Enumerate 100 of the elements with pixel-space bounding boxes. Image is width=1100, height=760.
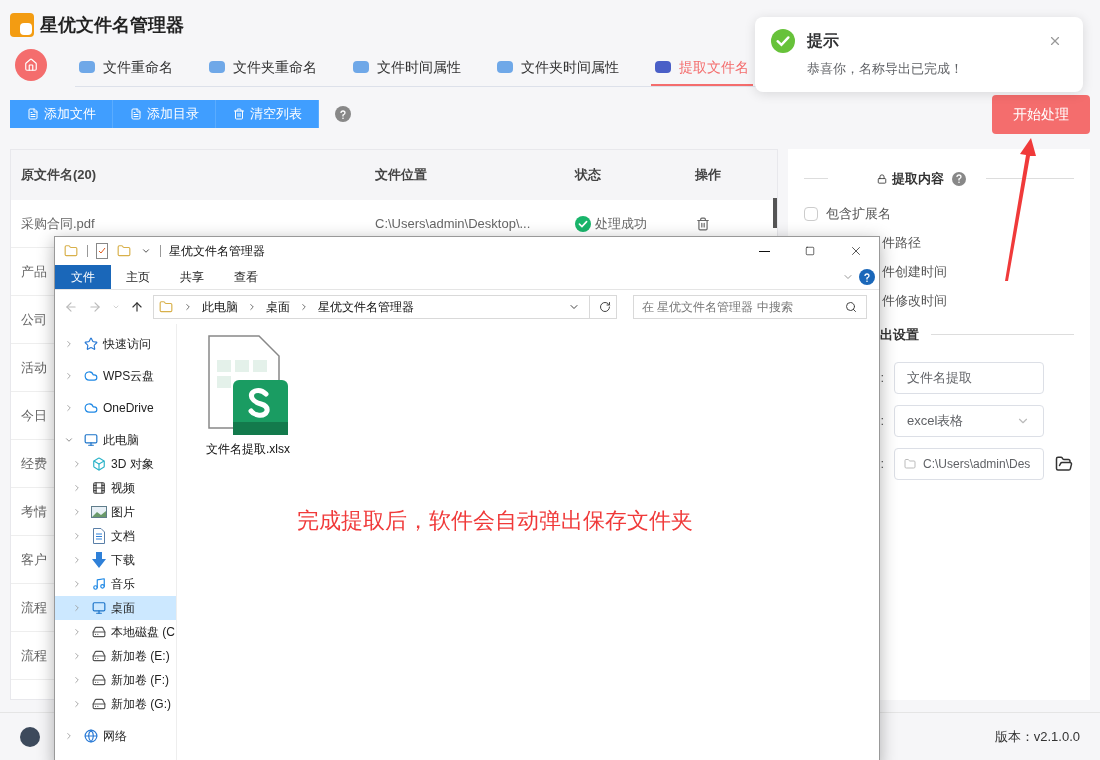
- drive-icon: [91, 672, 107, 688]
- format-select[interactable]: excel表格: [894, 405, 1044, 437]
- tab-icon: [655, 61, 671, 73]
- nav-item[interactable]: WPS云盘: [55, 364, 176, 388]
- option-label: 件修改时间: [882, 292, 948, 311]
- nav-item[interactable]: 新加卷 (G:): [55, 692, 176, 716]
- breadcrumb-item[interactable]: 此电脑: [202, 298, 238, 316]
- lock-icon: [876, 172, 889, 185]
- nav-item[interactable]: 视频: [55, 476, 176, 500]
- text-field[interactable]: 文件名提取: [894, 362, 1044, 394]
- table-cell-text: 采购合同.pdf: [20, 215, 95, 231]
- tab[interactable]: 文件夹重命名: [205, 50, 321, 86]
- search-icon: [844, 300, 858, 314]
- nav-label: 文档: [111, 528, 135, 545]
- tab-icon: [497, 61, 513, 73]
- nav-label: WPS云盘: [103, 368, 155, 385]
- trash-icon: [232, 107, 246, 121]
- spreadsheet-file-icon[interactable]: [207, 334, 289, 436]
- column-header: 状态: [575, 166, 602, 185]
- column-header: 原文件名(20): [20, 166, 98, 185]
- help-icon[interactable]: [859, 269, 875, 285]
- nav-label: 本地磁盘 (C:: [111, 624, 176, 641]
- version-text: 版本：v2.1.0.0: [994, 727, 1080, 746]
- search-field[interactable]: 在 星优文件名管理器 中搜索: [633, 295, 867, 319]
- tab-icon: [353, 61, 369, 73]
- nav-item[interactable]: 快速访问: [55, 332, 176, 356]
- window-title: 星优文件名管理器: [169, 243, 265, 260]
- cloud-icon: [83, 400, 99, 416]
- refresh-icon[interactable]: [598, 300, 612, 314]
- field-label: :: [880, 412, 884, 431]
- nav-label: 桌面: [111, 600, 135, 617]
- nav-item[interactable]: 音乐: [55, 572, 176, 596]
- field-label: :: [880, 369, 884, 388]
- breadcrumb-item[interactable]: 桌面: [266, 298, 290, 316]
- success-icon: [771, 29, 795, 53]
- nav-label: 新加卷 (G:): [111, 696, 171, 713]
- nav-label: 图片: [111, 504, 135, 521]
- breadcrumb-item[interactable]: 星优文件名管理器: [318, 298, 414, 316]
- picture-icon: [91, 504, 107, 520]
- app-logo-icon: [10, 13, 34, 37]
- nav-item[interactable]: OneDrive: [55, 396, 176, 420]
- tab[interactable]: 文件时间属性: [349, 50, 465, 86]
- nav-item[interactable]: 新加卷 (F:): [55, 668, 176, 692]
- table-cell-text: 产品: [20, 263, 47, 279]
- app-title: 星优文件名管理器: [40, 13, 184, 37]
- nav-item[interactable]: 本地磁盘 (C:: [55, 620, 176, 644]
- home-button[interactable]: [15, 49, 47, 81]
- nav-label: 新加卷 (F:): [111, 672, 169, 689]
- ribbon-tab[interactable]: 文件: [55, 265, 111, 289]
- nav-item[interactable]: 桌面: [55, 596, 176, 620]
- help-icon[interactable]: [952, 171, 967, 186]
- success-icon: [575, 215, 591, 232]
- table-cell-text: 流程: [20, 599, 47, 615]
- nav-item[interactable]: 网络: [55, 724, 176, 748]
- checklist-icon[interactable]: [96, 243, 108, 259]
- music-note-icon: [91, 576, 107, 592]
- nav-item[interactable]: 3D 对象: [55, 452, 176, 476]
- nav-label: 下载: [111, 552, 135, 569]
- folder-icon[interactable]: [1054, 454, 1074, 474]
- nav-item[interactable]: 此电脑: [55, 428, 176, 452]
- up-icon[interactable]: [129, 299, 145, 315]
- path-field[interactable]: C:\Users\admin\Des: [894, 448, 1044, 480]
- tab-icon: [209, 61, 225, 73]
- down-arrow-icon: [91, 552, 107, 568]
- globe-icon: [83, 728, 99, 744]
- minimize-icon: [758, 250, 770, 252]
- document-icon: [91, 528, 107, 544]
- table-cell-text: 考情: [20, 503, 47, 519]
- address-bar[interactable]: 此电脑 桌面 星优文件名管理器: [153, 295, 617, 319]
- tab[interactable]: 文件夹时间属性: [493, 50, 623, 86]
- ribbon-tab[interactable]: 主页: [111, 265, 165, 289]
- checkbox[interactable]: [804, 207, 819, 221]
- toast-title: 提示: [807, 31, 839, 51]
- nav-label: 此电脑: [103, 432, 139, 449]
- folder-icon: [158, 299, 174, 315]
- help-icon[interactable]: [335, 106, 351, 122]
- column-header: 文件位置: [375, 166, 428, 185]
- document-icon: [26, 107, 40, 121]
- option-label: 件创建时间: [882, 263, 948, 282]
- nav-label: 网络: [103, 728, 127, 745]
- ribbon-tab[interactable]: 查看: [219, 265, 273, 289]
- table-cell-text: C:\Users\admin\Desktop\...: [375, 214, 532, 233]
- trash-icon[interactable]: [695, 215, 711, 232]
- nav-item[interactable]: 文档: [55, 524, 176, 548]
- star-icon: [83, 336, 99, 352]
- drive-icon: [91, 696, 107, 712]
- section-title: 提取内容: [892, 170, 945, 188]
- file-name[interactable]: 文件名提取.xlsx: [206, 440, 290, 458]
- drive-icon: [91, 624, 107, 640]
- film-icon: [91, 480, 107, 496]
- table-cell-text: 客户: [20, 551, 47, 567]
- ribbon-tab[interactable]: 共享: [165, 265, 219, 289]
- nav-item[interactable]: 图片: [55, 500, 176, 524]
- tab[interactable]: 文件重命名: [75, 50, 177, 86]
- nav-item[interactable]: 下载: [55, 548, 176, 572]
- table-cell-text: 公司: [20, 311, 47, 327]
- scrollbar[interactable]: [773, 198, 778, 228]
- monitor-icon: [91, 600, 107, 616]
- annotation-text: 完成提取后，软件会自动弹出保存文件夹: [297, 507, 693, 535]
- nav-item[interactable]: 新加卷 (E:): [55, 644, 176, 668]
